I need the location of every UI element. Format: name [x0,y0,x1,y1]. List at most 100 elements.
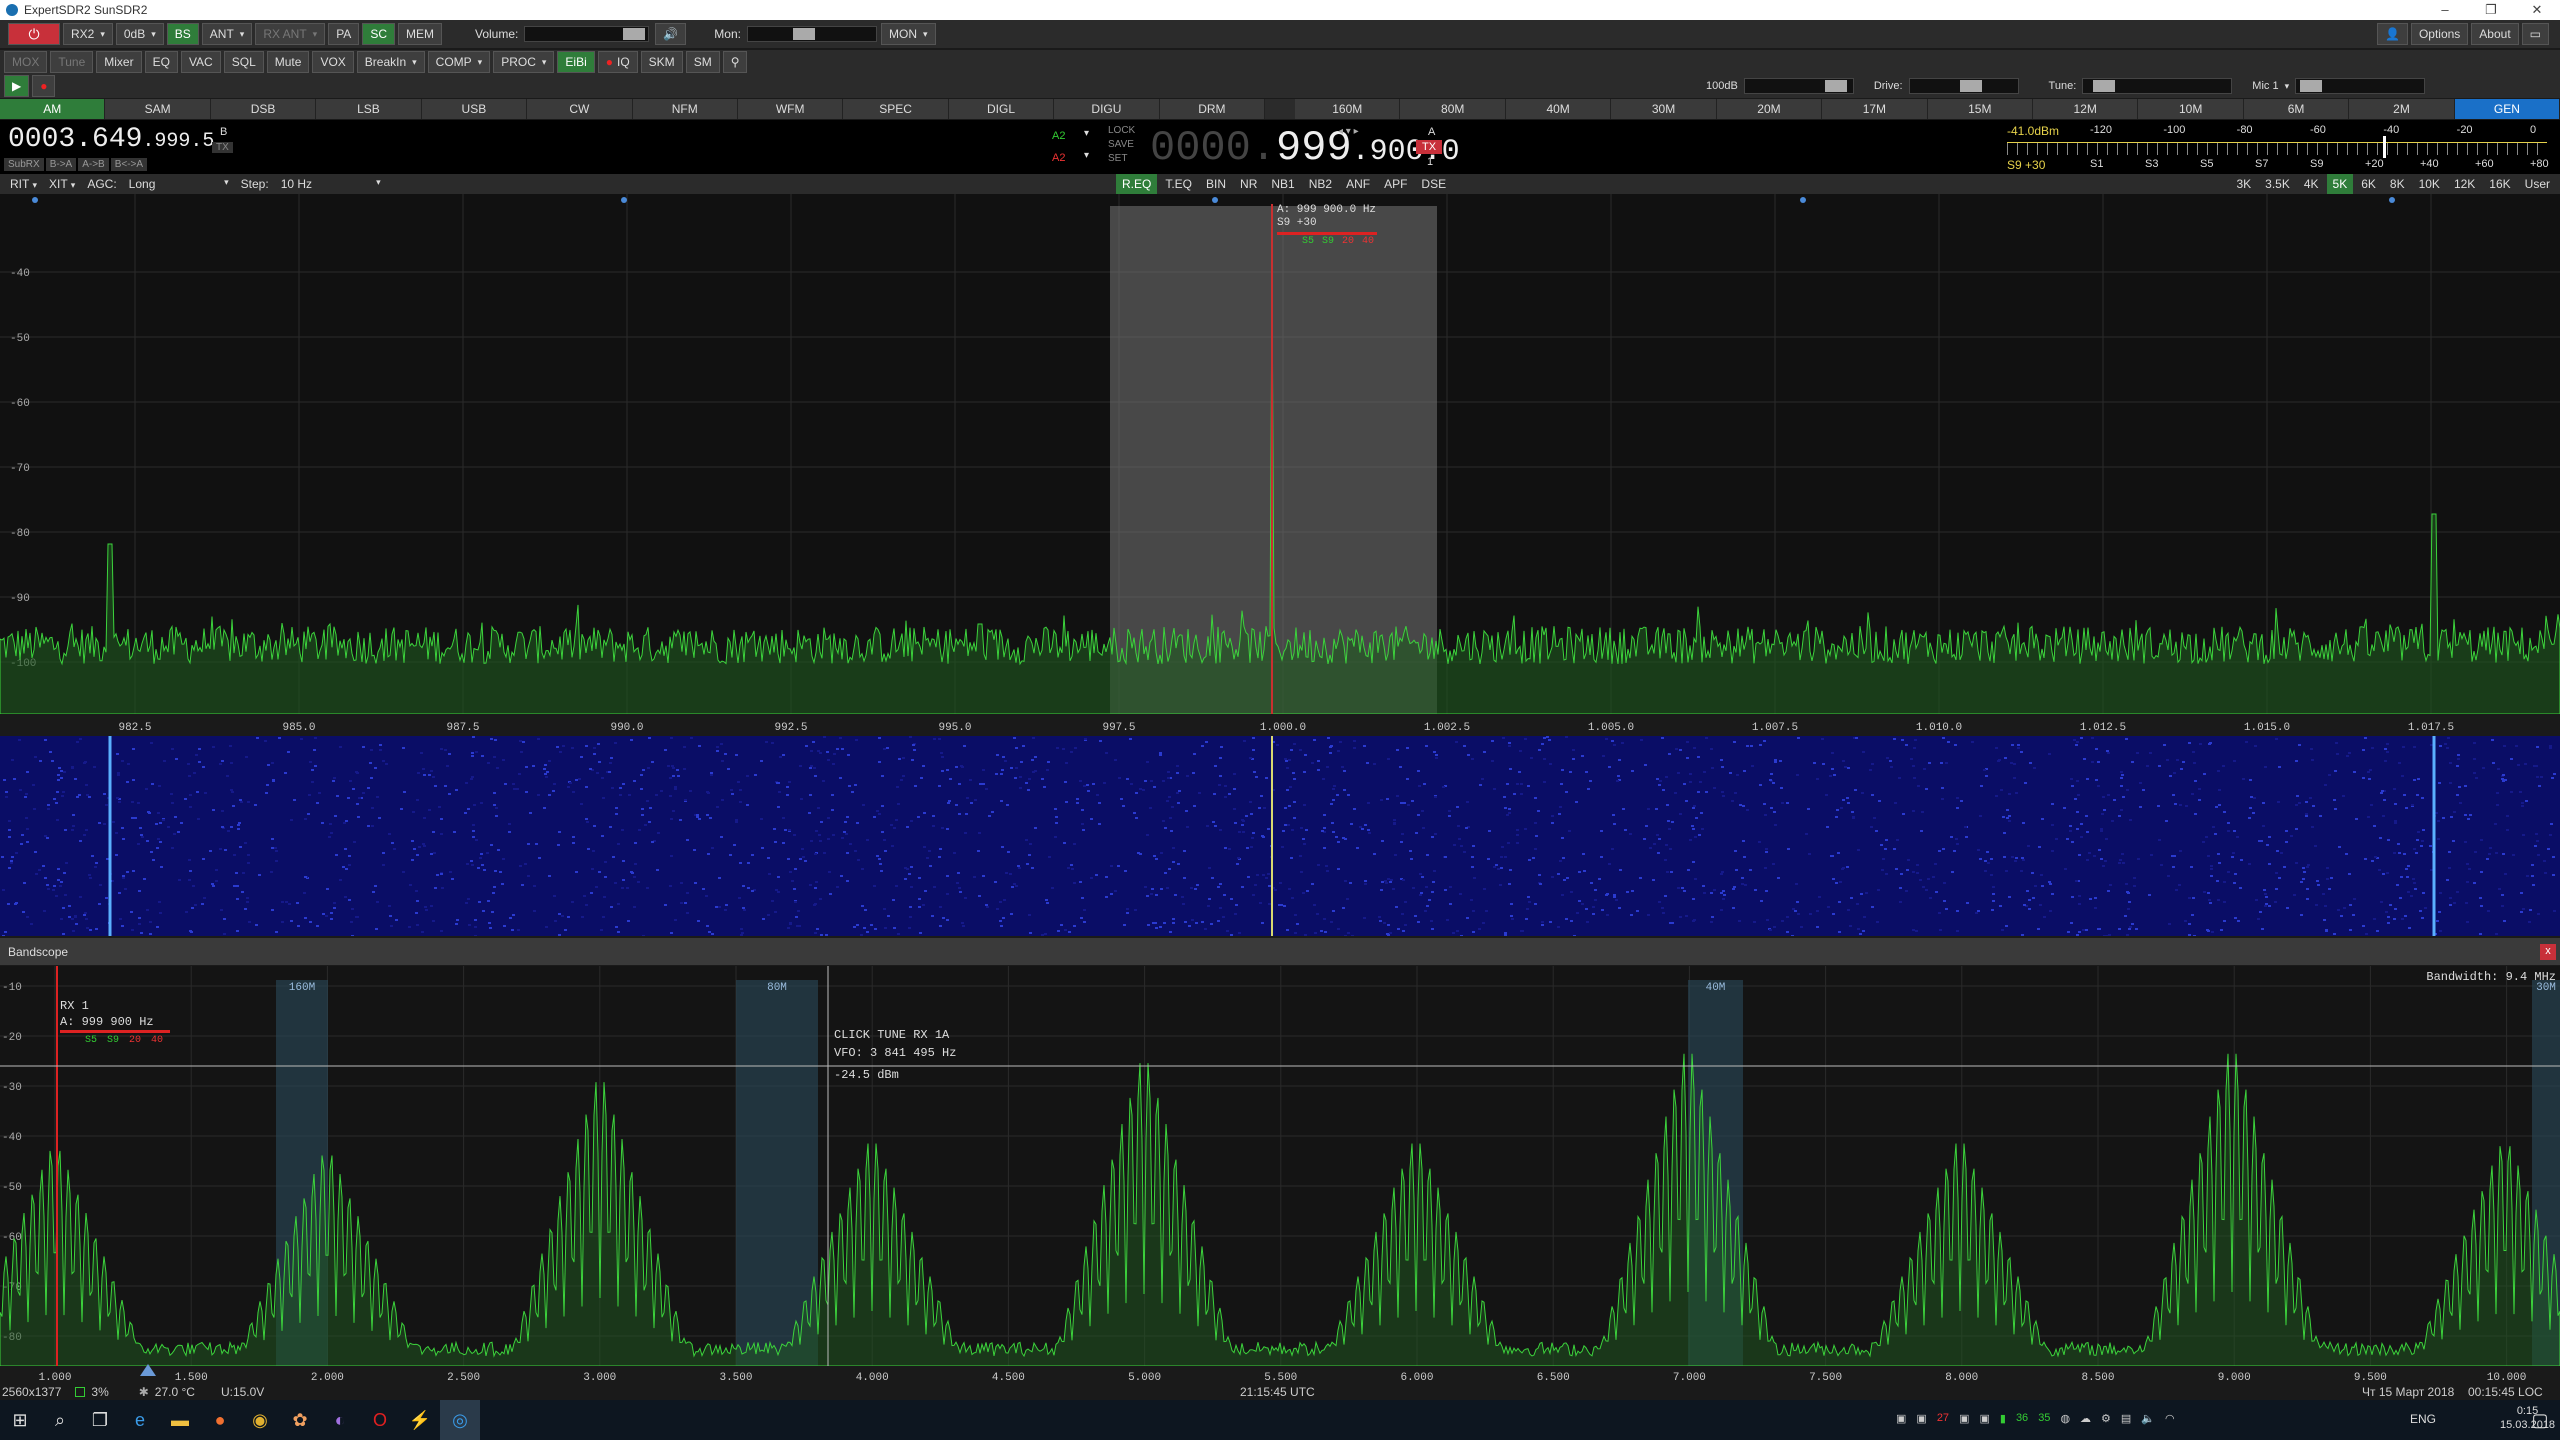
drive-slider[interactable] [1908,78,2019,94]
task-view-icon[interactable]: ❐ [80,1400,120,1440]
opera-icon[interactable]: O [360,1400,400,1440]
band-80m[interactable]: 80M [1400,99,1506,119]
mox-button[interactable]: MOX [4,51,48,73]
vox-button[interactable]: VOX [312,51,354,73]
attenuator-button[interactable]: 0dB ▾ [115,23,164,45]
location-button[interactable]: ⚲ [722,51,748,73]
chevron-down-icon[interactable]: ▾ [1084,128,1089,139]
mode-digu[interactable]: DIGU [1054,99,1160,119]
lock-button[interactable]: LOCK [1108,124,1135,138]
mixer-button[interactable]: Mixer [96,51,142,73]
record-button[interactable]: ● [32,75,56,97]
spectrum-plot[interactable]: -40-50-60-70-80-90-100982.5985.0987.5990… [0,194,2560,736]
dsp-button-nb2[interactable]: NB2 [1302,174,1339,194]
tray-icon[interactable]: ▣ [1959,1412,1969,1425]
tray-icon[interactable]: ⚙ [2101,1412,2111,1425]
tray-counter[interactable]: 36 [2016,1412,2028,1425]
dsp-button-bin[interactable]: BIN [1200,174,1233,194]
filter-button-3-5k[interactable]: 3.5K [2259,174,2296,194]
xit-button[interactable]: XIT ▾ [49,177,75,191]
dsp-button-apf[interactable]: APF [1378,174,1414,194]
bandscope-close-button[interactable]: x [2540,944,2556,960]
sub-vfo-frequency[interactable]: 0003.649.999.5 [8,124,214,155]
mode-usb[interactable]: USB [421,99,528,119]
window-mode-button[interactable]: ▭ [2521,23,2549,45]
band-6m[interactable]: 6M [2243,99,2350,119]
b-to-a-button[interactable]: B->A [45,158,77,171]
band-10m[interactable]: 10M [2138,99,2244,119]
options-button[interactable]: Options [2410,23,2469,45]
chevron-down-icon[interactable]: ▾ [2285,81,2290,92]
mode-cw[interactable]: CW [527,99,633,119]
volume-slider[interactable] [524,26,650,42]
rx-ant-button[interactable]: RX ANT ▾ [255,23,326,45]
vac-button[interactable]: VAC [180,51,221,73]
chevron-down-icon[interactable]: ▾ [1084,150,1089,161]
edge-icon[interactable]: e [120,1400,160,1440]
pa-button[interactable]: PA [328,23,360,45]
play-button[interactable]: ▶ [4,75,30,97]
band-15m[interactable]: 15M [1927,99,2034,119]
volume-icon[interactable]: 🔈 [2141,1412,2155,1425]
breakin-button[interactable]: BreakIn ▾ [356,51,425,73]
bs-button[interactable]: BS [166,23,199,45]
mode-nfm[interactable]: NFM [632,99,738,119]
subrx-button[interactable]: SubRX [4,158,44,171]
mode-drm[interactable]: DRM [1159,99,1266,119]
network-icon[interactable]: ▤ [2121,1412,2131,1425]
filter-button-user[interactable]: User [2518,174,2556,194]
tray-icon[interactable]: ▣ [1979,1412,1989,1425]
filter-button-5k[interactable]: 5K [2326,174,2354,194]
tray-icon[interactable]: ◍ [2060,1412,2070,1425]
band-17m[interactable]: 17M [1822,99,1928,119]
tray-icon[interactable]: ▣ [1896,1412,1906,1425]
band-20m[interactable]: 20M [1716,99,1823,119]
start-icon[interactable]: ⊞ [0,1400,40,1440]
notifications-icon[interactable]: ▢ [2520,1400,2560,1440]
mode-am[interactable]: AM [0,99,106,119]
step-select[interactable]: 10 Hz ▾ [281,177,381,191]
tune-slider[interactable] [2082,78,2233,94]
minimize-button[interactable]: – [2422,0,2468,20]
mode-dsb[interactable]: DSB [210,99,317,119]
mic-slider[interactable] [2295,78,2426,94]
rx2-button[interactable]: RX2 ▾ [63,23,113,45]
set-button[interactable]: SET [1108,152,1135,166]
wifi-icon[interactable]: ◠ [2165,1412,2175,1425]
mode-sam[interactable]: SAM [105,99,211,119]
close-window-button[interactable]: ✕ [2514,0,2560,20]
tray-icon[interactable]: ☁ [2080,1412,2091,1425]
dsp-button-nr[interactable]: NR [1234,174,1264,194]
about-button[interactable]: About [2471,23,2519,45]
tray-icon[interactable]: ▮ [2000,1412,2006,1425]
filter-button-3k[interactable]: 3K [2230,174,2258,194]
explorer-icon[interactable]: ▬ [160,1400,200,1440]
band-gen[interactable]: GEN [2454,99,2560,119]
dsp-button-t-eq[interactable]: T.EQ [1159,174,1199,194]
skm-button[interactable]: SKM [640,51,683,73]
monitor-slider[interactable] [746,26,877,42]
mode-wfm[interactable]: WFM [737,99,844,119]
filter-button-8k[interactable]: 8K [2383,174,2411,194]
swap-ab-button[interactable]: B<->A [110,158,148,171]
filter-button-10k[interactable]: 10K [2412,174,2446,194]
mode-lsb[interactable]: LSB [316,99,422,119]
main-vfo-frequency[interactable]: 0000.999.900.0 [1150,124,1460,172]
search-icon[interactable]: ⌕ [40,1400,80,1440]
dsp-button-anf[interactable]: ANF [1340,174,1377,194]
firefox-icon[interactable]: ● [200,1400,240,1440]
step-arrows-icon[interactable]: ◂ ▾ ▸ [1338,126,1359,137]
sm-button[interactable]: SM [685,51,720,73]
save-button[interactable]: SAVE [1108,138,1135,152]
filter-button-12k[interactable]: 12K [2447,174,2482,194]
expertsdr-icon[interactable]: ◎ [440,1400,480,1440]
tray-counter[interactable]: 27 [1937,1412,1949,1425]
eq-button[interactable]: EQ [144,51,178,73]
bandscope-plot[interactable]: -10-20-30-40-50-60-70-80160M80M40M30M1.0… [0,966,2560,1384]
filter-button-4k[interactable]: 4K [2297,174,2325,194]
monitor-select[interactable]: MON ▾ [880,23,936,45]
dsp-button-nb1[interactable]: NB1 [1265,174,1301,194]
waterfall[interactable] [0,736,2560,938]
mute-button[interactable]: Mute [266,51,310,73]
tune-button[interactable]: Tune [50,51,94,73]
